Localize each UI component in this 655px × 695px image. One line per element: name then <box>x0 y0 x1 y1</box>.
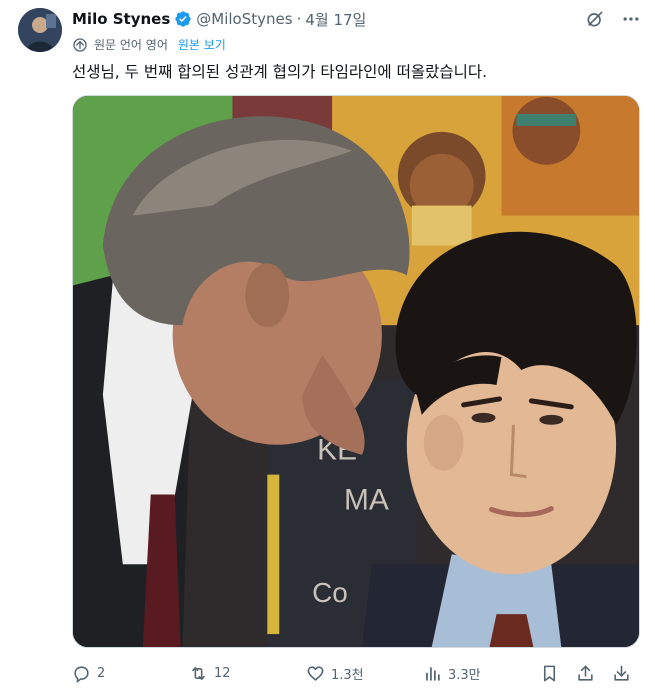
views-button[interactable]: 3.3만 <box>423 664 481 683</box>
view-original-link[interactable]: 원본 보기 <box>178 36 226 53</box>
translate-icon <box>73 37 87 52</box>
separator-dot: · <box>296 10 302 28</box>
tweet-text: 선생님, 두 번째 합의된 성관계 협의가 타임라인에 떠올랐습니다. <box>72 63 488 81</box>
bookmark-icon <box>543 665 556 682</box>
tweet-photo[interactable]: KE MA Co <box>72 95 640 648</box>
views-count: 3.3만 <box>448 668 481 683</box>
share-icon <box>578 665 593 681</box>
download-icon <box>614 665 629 681</box>
repost-icon <box>192 667 205 680</box>
like-count: 1.3천 <box>331 668 364 683</box>
repost-button[interactable]: 12 <box>189 664 231 683</box>
reply-count: 2 <box>97 666 106 681</box>
repost-count: 12 <box>214 666 231 681</box>
author-handle[interactable]: @MiloStynes <box>196 10 292 28</box>
share-button[interactable] <box>576 664 595 683</box>
reply-button[interactable]: 2 <box>72 664 105 683</box>
more-icon[interactable] <box>621 9 641 29</box>
tweet-top-actions <box>585 9 641 29</box>
verified-badge-icon <box>175 11 191 27</box>
heart-icon <box>307 666 324 681</box>
svg-text:MA: MA <box>344 484 389 517</box>
tweet-action-bar: 2 12 1.3천 3.3만 <box>72 664 640 686</box>
tweet-date[interactable]: 4월 17일 <box>305 9 366 30</box>
bookmark-button[interactable] <box>540 664 559 683</box>
download-button[interactable] <box>612 664 631 683</box>
svg-text:Co: Co <box>312 577 348 608</box>
author-name[interactable]: Milo Stynes <box>72 10 170 28</box>
author-avatar[interactable] <box>18 8 62 52</box>
grok-icon[interactable] <box>585 9 605 29</box>
reply-icon <box>74 666 89 683</box>
views-icon <box>426 667 440 681</box>
translation-label: 원문 언어 영어 <box>94 38 168 52</box>
translation-notice: 원문 언어 영어 원본 보기 <box>72 36 226 53</box>
like-button[interactable]: 1.3천 <box>306 664 364 683</box>
tweet-header: Milo Stynes @MiloStynes · 4월 17일 <box>72 8 366 30</box>
